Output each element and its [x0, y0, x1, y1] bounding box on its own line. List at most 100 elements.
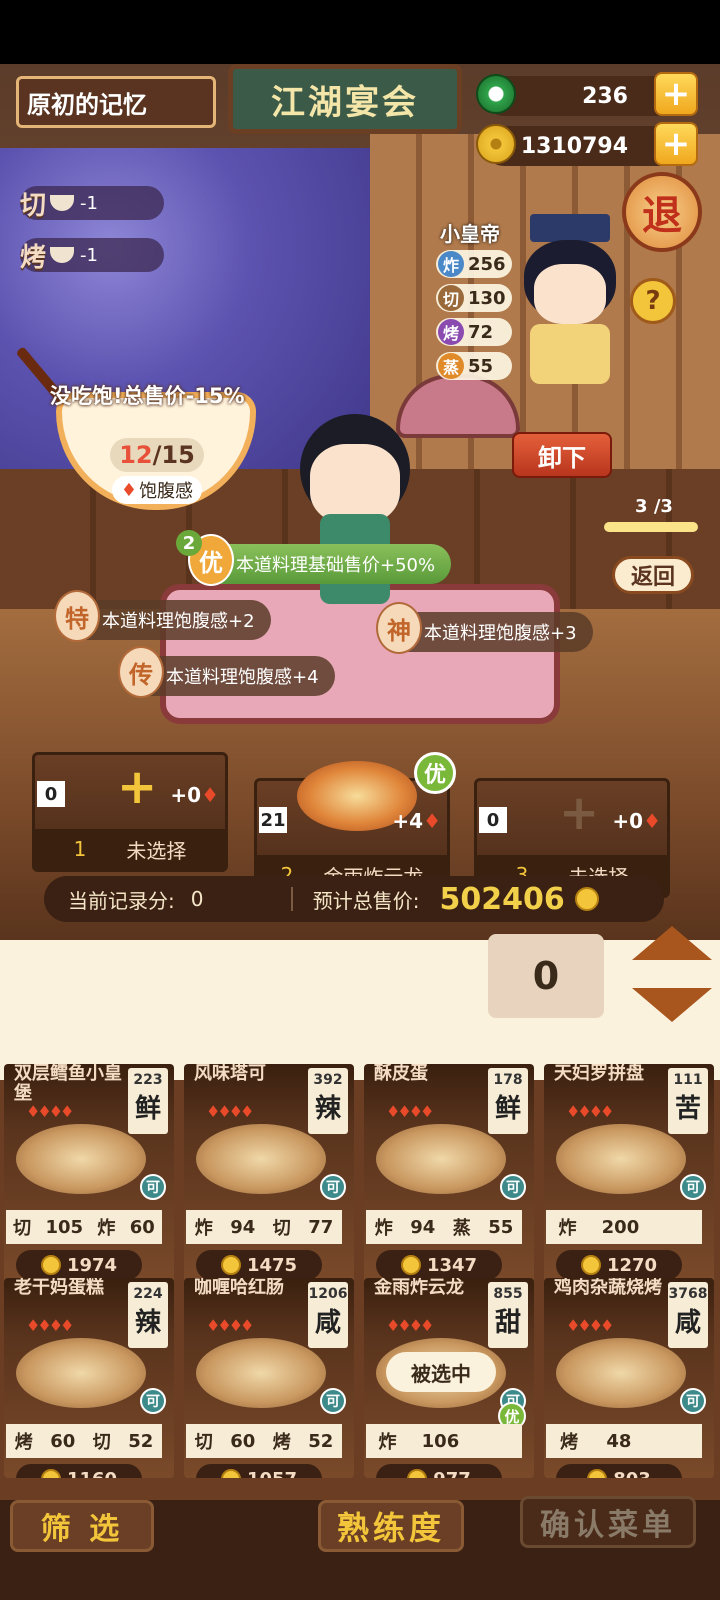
- dish-flavor: 鲜: [494, 1094, 521, 1124]
- flame-rating-icon: ♦♦♦♦: [26, 1316, 74, 1335]
- dish-card[interactable]: 金雨炸云龙855甜♦♦♦♦可被选中优炸106977: [364, 1278, 534, 1478]
- add-coin-button[interactable]: +: [654, 122, 698, 166]
- customer-stat-steam: 蒸 55: [436, 352, 512, 380]
- slot-heat: +0♦: [170, 783, 219, 807]
- satiety-max: /15: [152, 441, 195, 469]
- dish-price: 1347: [376, 1250, 502, 1280]
- stat-badge: 烤: [438, 319, 464, 345]
- flame-icon: ♦: [643, 809, 661, 833]
- back-label: 返回: [630, 565, 675, 590]
- back-button[interactable]: 返回: [612, 556, 694, 594]
- buff-text: 本道料理饱腹感+4: [166, 667, 319, 688]
- dish-name: 天妇罗拼盘: [554, 1064, 644, 1084]
- banner-title: 江湖宴会: [228, 64, 462, 134]
- coin-icon: [220, 1255, 241, 1275]
- dish-name: 双层鳕鱼小皇堡: [14, 1064, 122, 1104]
- record-label: 当前记录分:: [68, 888, 175, 913]
- buff-count: 2: [176, 530, 202, 556]
- slot-count: 21: [259, 807, 287, 833]
- dish-stats: 炸 200: [546, 1210, 702, 1244]
- available-badge: 可: [680, 1388, 706, 1414]
- customer-stat-cut: 切 130: [436, 284, 512, 312]
- dish-flavor: 鲜: [134, 1094, 161, 1124]
- dish-card[interactable]: 风味塔可 392 辣 ♦♦♦♦ 可炸 94 切 77 1475: [184, 1064, 354, 1284]
- coin-icon: [574, 887, 599, 911]
- flame-rating-icon: ♦♦♦♦: [206, 1316, 254, 1335]
- dish-card[interactable]: 天妇罗拼盘 111 苦 ♦♦♦♦ 可炸 200 1270: [544, 1064, 714, 1284]
- dish-card[interactable]: 双层鳕鱼小皇堡 223 鲜 ♦♦♦♦ 可切 105 炸 60 1974: [4, 1064, 174, 1284]
- available-badge: 可: [140, 1174, 166, 1200]
- dish-card[interactable]: 鸡肉杂蔬烧烤 3768 咸 ♦♦♦♦ 可烤48 803: [544, 1278, 714, 1478]
- decrease-arrow-icon[interactable]: [632, 988, 712, 1022]
- dish-stats: 炸 94 蒸 55: [366, 1210, 522, 1244]
- flame-icon: ♦: [423, 809, 441, 833]
- dish-price: 803: [556, 1464, 682, 1478]
- dish-count: 855: [493, 1286, 523, 1302]
- record-value: 0: [190, 887, 204, 911]
- dish-tag: 224 辣: [128, 1282, 168, 1348]
- dish-card[interactable]: 酥皮蛋 178 鲜 ♦♦♦♦ 可炸 94 蒸 55 1347: [364, 1064, 534, 1284]
- buff-badge: 传: [118, 646, 164, 698]
- dish-image: [196, 1124, 326, 1194]
- slot-heat: +0♦: [612, 809, 661, 833]
- dish-price: 1974: [16, 1250, 142, 1280]
- help-button[interactable]: ?: [630, 278, 676, 324]
- increase-arrow-icon[interactable]: [632, 926, 712, 960]
- selected-overlay: 被选中: [386, 1352, 496, 1392]
- buff-special: 特 本道料理饱腹感+2: [54, 590, 271, 642]
- dish-price: 1057: [196, 1464, 322, 1478]
- confirm-menu-button[interactable]: 确认菜单: [520, 1496, 696, 1548]
- bowl-icon: [50, 247, 75, 263]
- dish-stats: 炸 94 切 77: [186, 1210, 342, 1244]
- flame-rating-icon: ♦♦♦♦: [386, 1102, 434, 1121]
- add-jade-button[interactable]: +: [654, 72, 698, 116]
- unload-button[interactable]: 卸下: [512, 432, 612, 478]
- coin-icon: [220, 1469, 241, 1478]
- exit-button[interactable]: 退: [622, 172, 702, 252]
- dish-flavor: 咸: [314, 1308, 341, 1338]
- skill-cut: 切 -1: [20, 186, 164, 221]
- coin-icon: [580, 1255, 601, 1275]
- dish-card[interactable]: 老干妈蛋糕 224 辣 ♦♦♦♦ 可烤60切52 1160: [4, 1278, 174, 1478]
- available-badge: 可: [320, 1174, 346, 1200]
- dish-stats: 烤 60 切 52: [6, 1424, 162, 1458]
- flame-rating-icon: ♦♦♦♦: [386, 1316, 434, 1335]
- dish-count: 224: [133, 1286, 163, 1302]
- buff-text: 本道料理基础售价+50%: [236, 555, 436, 576]
- buff-badge: 特: [54, 590, 100, 642]
- dish-flavor: 甜: [494, 1308, 521, 1338]
- stat-value: 72: [468, 321, 494, 343]
- save-name: 原初的记忆: [16, 76, 216, 128]
- dish-flavor: 苦: [674, 1094, 701, 1124]
- menu-slot-1[interactable]: 0 + +0♦ 1 未选择: [32, 752, 228, 872]
- dish-stats: 切 105 炸 60: [6, 1210, 162, 1244]
- stat-value: 55: [468, 355, 494, 377]
- dish-price: 977: [376, 1464, 502, 1478]
- dish-tag: 178 鲜: [488, 1068, 528, 1134]
- quantity-display: 0: [488, 934, 604, 1018]
- proficiency-button[interactable]: 熟练度: [318, 1500, 464, 1552]
- dish-name: 金雨炸云龙: [374, 1278, 464, 1298]
- dish-count: 3768: [668, 1286, 708, 1302]
- buff-text: 本道料理饱腹感+3: [424, 623, 577, 644]
- dish-flavor: 咸: [674, 1308, 701, 1338]
- flame-rating-icon: ♦♦♦♦: [566, 1316, 614, 1335]
- dish-price: 1270: [556, 1250, 682, 1280]
- customer-stat-roast: 烤 72: [436, 318, 512, 346]
- coin-icon: [407, 1469, 428, 1478]
- dish-count: 178: [493, 1072, 523, 1088]
- skill-char: 烤: [20, 242, 47, 273]
- stat-badge: 蒸: [438, 353, 464, 379]
- dish-flavor: 辣: [314, 1094, 341, 1124]
- available-badge: 可: [140, 1388, 166, 1414]
- dish-count: 111: [673, 1072, 703, 1088]
- filter-button[interactable]: 筛 选: [10, 1500, 154, 1552]
- dish-card[interactable]: 咖喱哈红肠 1206 咸 ♦♦♦♦ 可切60烤52 1057: [184, 1278, 354, 1478]
- buff-badge: 神: [376, 602, 422, 654]
- flame-icon: ♦: [201, 783, 219, 807]
- emperor-character: [520, 214, 620, 384]
- satiety-label: 饱腹感: [139, 481, 194, 502]
- flame-rating-icon: ♦♦♦♦: [566, 1102, 614, 1121]
- flame-rating-icon: ♦♦♦♦: [206, 1102, 254, 1121]
- satiety-counter: 12/15: [110, 438, 204, 472]
